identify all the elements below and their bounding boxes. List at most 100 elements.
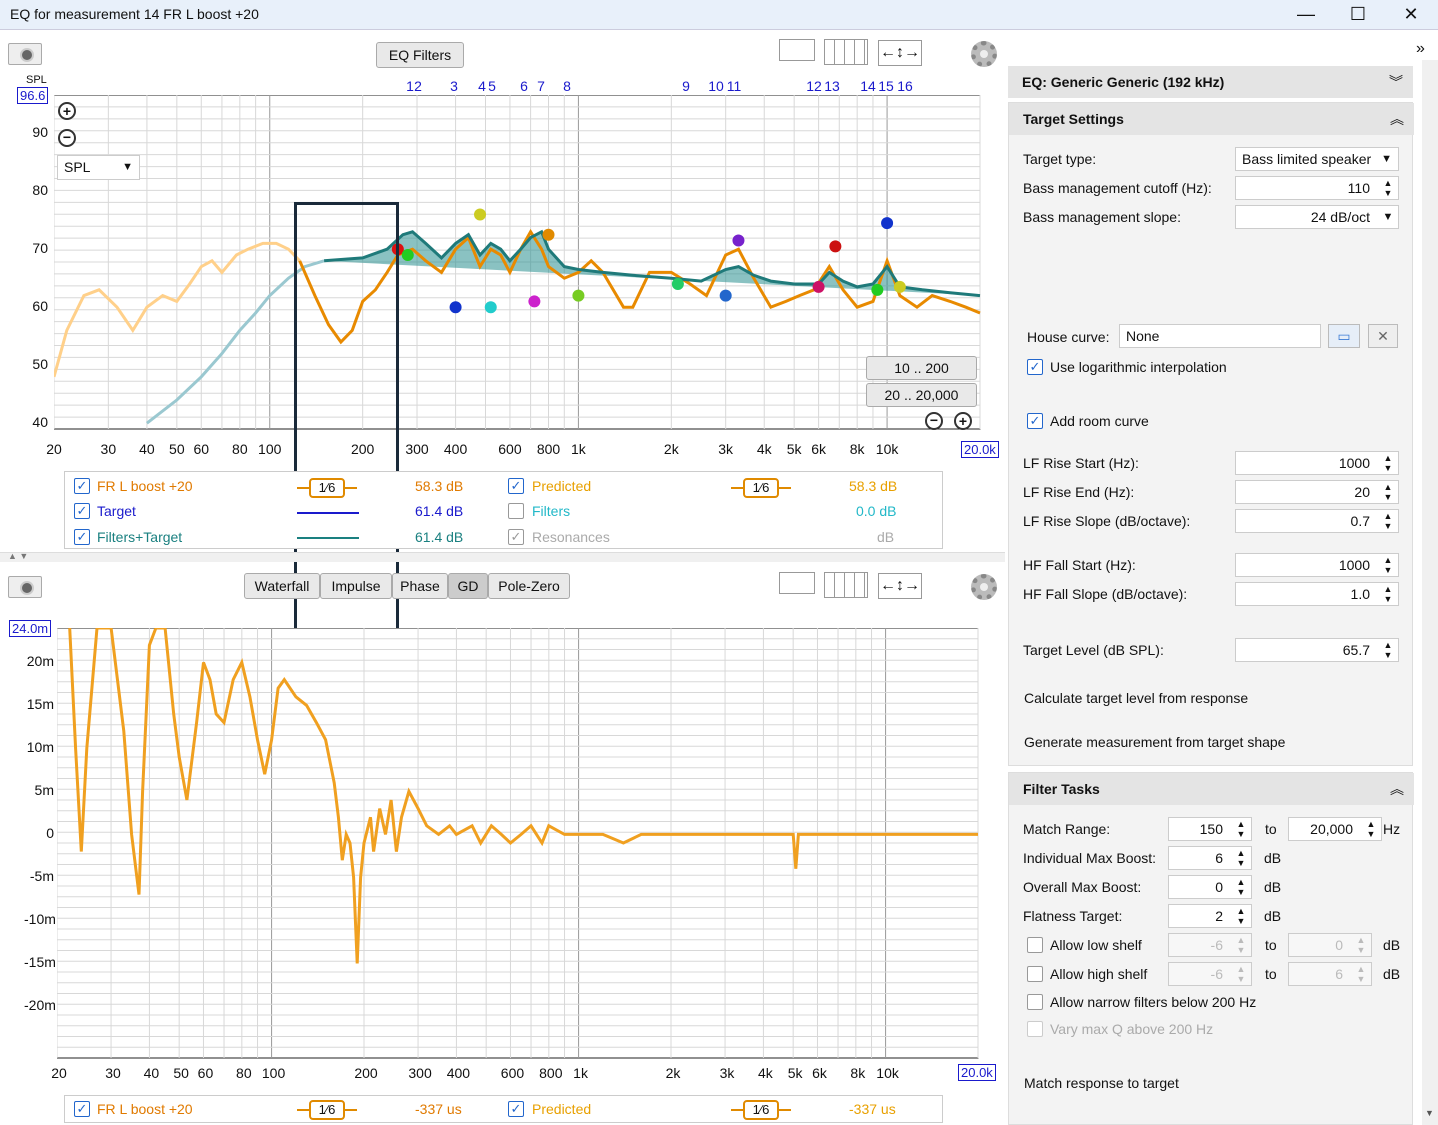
narrow-filters-checkbox[interactable] [1027,994,1043,1010]
gear-icon[interactable] [971,41,997,67]
range-10-200-button[interactable]: 10 .. 200 [866,356,977,380]
lf-rise-start-field[interactable]: 1000 ▲ ▼ [1235,451,1399,475]
legend-checkbox-target[interactable]: ✓ [74,503,90,519]
range-20-20000-button[interactable]: 20 .. 20,000 [866,383,977,407]
gear-icon-bottom[interactable] [971,574,997,600]
high-shelf-max-field[interactable]: 6 ▲ ▼ [1288,962,1372,986]
spinner-icon[interactable]: ▲ ▼ [1365,819,1377,839]
gd-x-axis-end[interactable]: 20.0k [958,1064,996,1081]
overall-max-field[interactable]: 0 ▲ ▼ [1168,875,1252,899]
single-view-icon[interactable] [779,39,815,61]
hf-fall-start-field[interactable]: 1000 ▲ ▼ [1235,553,1399,577]
filter-number[interactable]: 1 [406,78,414,94]
spl-dropdown[interactable]: SPL ▼ [57,155,140,180]
target-settings-header[interactable]: Target Settings ︽ [1009,103,1414,135]
spinner-icon[interactable]: ▲ ▼ [1382,555,1394,575]
filter-number[interactable]: 8 [563,78,571,94]
y-axis-top-value[interactable]: 96.6 [17,87,49,104]
tab-gd[interactable]: GD [448,573,488,599]
close-button[interactable]: ✕ [1386,0,1436,30]
ind-max-field[interactable]: 6 ▲ ▼ [1168,846,1252,870]
spinner-icon[interactable]: ▲ ▼ [1235,935,1247,955]
gd-axis-top[interactable]: 24.0m [9,620,52,637]
low-shelf-checkbox[interactable] [1027,937,1043,953]
pan-arrows-icon[interactable]: ←↕→ [878,40,922,66]
spinner-icon[interactable]: ▲ ▼ [1382,482,1394,502]
folder-icon[interactable]: ▭ [1328,324,1360,348]
scroll-down-icon[interactable]: ▼ [1425,1108,1434,1118]
splitter[interactable] [0,552,1005,562]
gd-smoothing-predicted[interactable]: 1⁄6 [731,1100,791,1120]
multi-view-icon-bottom[interactable] [824,572,868,598]
spinner-icon[interactable]: ▲ ▼ [1235,906,1247,926]
legend-checkbox-fr[interactable]: ✓ [74,478,90,494]
target-type-select[interactable]: Bass limited speaker ▼ [1235,147,1399,171]
spinner-icon[interactable]: ▲ ▼ [1235,819,1247,839]
gd-chart[interactable] [57,628,979,1059]
bm-slope-select[interactable]: 24 dB/oct ▼ [1235,205,1399,229]
high-shelf-checkbox[interactable] [1027,966,1043,982]
spinner-icon[interactable]: ▲ ▼ [1382,584,1394,604]
filter-number[interactable]: 9 [682,78,690,94]
filter-number[interactable]: 11 [727,78,742,94]
flatness-field[interactable]: 2 ▲ ▼ [1168,904,1252,928]
filter-number[interactable]: 14 [860,78,876,94]
gd-legend-checkbox-fr[interactable]: ✓ [74,1101,90,1117]
gd-smoothing-fr[interactable]: 1⁄6 [297,1100,357,1120]
hf-fall-slope-field[interactable]: 1.0 ▲ ▼ [1235,582,1399,606]
filter-number[interactable]: 10 [708,78,724,94]
scrollbar[interactable] [1422,60,1438,1125]
add-room-checkbox[interactable]: ✓ [1027,413,1043,429]
spinner-icon[interactable]: ▲ ▼ [1382,453,1394,473]
target-level-field[interactable]: 65.7 ▲ ▼ [1235,638,1399,662]
zoom-out-x-icon[interactable]: − [925,412,943,430]
log-interp-checkbox[interactable]: ✓ [1027,359,1043,375]
tab-phase[interactable]: Phase [392,573,448,599]
spl-chart[interactable] [54,95,981,430]
calc-target-button[interactable]: Calculate target level from response [1024,690,1248,706]
spinner-icon[interactable]: ▲ ▼ [1235,848,1247,868]
legend-checkbox-predicted[interactable]: ✓ [508,478,524,494]
filter-number[interactable]: 4 [478,78,486,94]
bm-cutoff-field[interactable]: 110 ▲ ▼ [1235,176,1399,200]
gen-measurement-button[interactable]: Generate measurement from target shape [1024,734,1285,750]
low-shelf-min-field[interactable]: -6 ▲ ▼ [1168,933,1252,957]
match-from-field[interactable]: 150 ▲ ▼ [1168,817,1252,841]
x-axis-end[interactable]: 20.0k [961,441,999,458]
gd-legend-checkbox-predicted[interactable]: ✓ [508,1101,524,1117]
minimize-button[interactable]: — [1281,0,1331,30]
spinner-icon[interactable]: ▲ ▼ [1382,640,1394,660]
legend-checkbox-filters[interactable] [508,503,524,519]
filter-number[interactable]: 7 [537,78,545,94]
spinner-icon[interactable]: ▲ ▼ [1382,511,1394,531]
eq-filters-button[interactable]: EQ Filters [376,42,464,68]
clear-icon[interactable]: ✕ [1368,324,1398,348]
lf-rise-slope-field[interactable]: 0.7 ▲ ▼ [1235,509,1399,533]
pan-arrows-icon-bottom[interactable]: ←↕→ [878,573,922,599]
legend-checkbox-resonances[interactable]: ✓ [508,529,524,545]
lf-rise-end-field[interactable]: 20 ▲ ▼ [1235,480,1399,504]
high-shelf-min-field[interactable]: -6 ▲ ▼ [1168,962,1252,986]
spinner-icon[interactable]: ▲ ▼ [1235,877,1247,897]
eq-header[interactable]: EQ: Generic Generic (192 kHz) ︾ [1008,66,1413,98]
filter-number[interactable]: 3 [450,78,458,94]
single-view-icon-bottom[interactable] [779,572,815,594]
match-to-field[interactable]: 20,000 ▲ ▼ [1288,817,1382,841]
low-shelf-max-field[interactable]: 0 ▲ ▼ [1288,933,1372,957]
smoothing-predicted[interactable]: 1⁄6 [731,478,791,498]
filter-tasks-header[interactable]: Filter Tasks ︽ [1009,773,1414,805]
filter-number[interactable]: 2 [414,78,422,94]
zoom-in-icon[interactable]: + [58,102,76,120]
smoothing-fr[interactable]: 1⁄6 [297,478,357,498]
spinner-icon[interactable]: ▲ ▼ [1355,935,1367,955]
maximize-button[interactable]: ☐ [1333,0,1383,30]
filter-number[interactable]: 16 [897,78,913,94]
spinner-icon[interactable]: ▲ ▼ [1355,964,1367,984]
house-curve-field[interactable]: None [1119,324,1321,348]
tab-waterfall[interactable]: Waterfall [244,573,320,599]
camera-icon-bottom[interactable] [8,576,42,598]
match-response-button[interactable]: Match response to target [1024,1075,1179,1091]
zoom-out-icon[interactable]: − [58,129,76,147]
zoom-in-x-icon[interactable]: + [954,412,972,430]
multi-view-icon[interactable] [824,39,868,65]
